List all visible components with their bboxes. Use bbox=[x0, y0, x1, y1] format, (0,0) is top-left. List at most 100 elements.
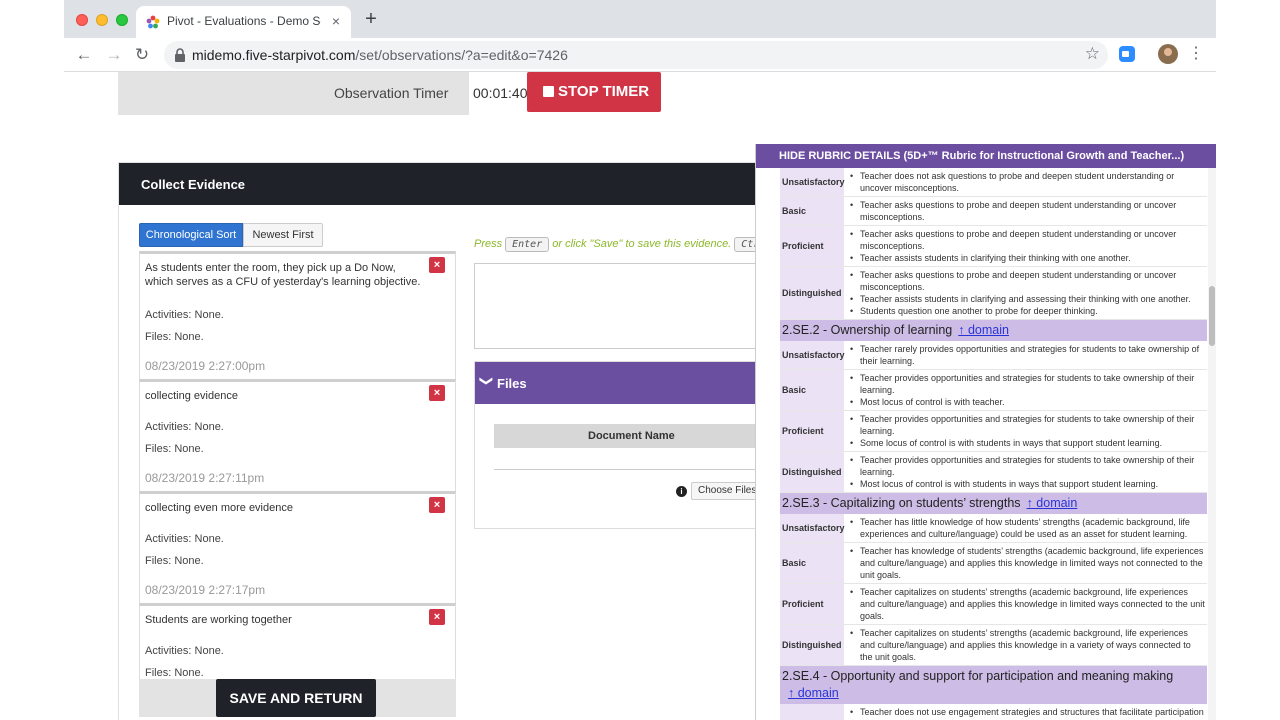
timer-label: Observation Timer bbox=[334, 85, 449, 101]
minimize-window-icon[interactable] bbox=[96, 14, 108, 26]
delete-evidence-button[interactable]: × bbox=[429, 385, 445, 401]
domain-link[interactable]: ↑ domain bbox=[788, 686, 839, 700]
close-window-icon[interactable] bbox=[76, 14, 88, 26]
rubric-level-cell: Basic bbox=[780, 370, 844, 410]
evidence-timestamp: 08/23/2019 2:27:17pm bbox=[145, 583, 266, 597]
evidence-activities: Activities: None. bbox=[145, 309, 224, 321]
timer-bar: Observation Timer bbox=[118, 72, 469, 115]
rubric-level-cell: Unsatisfactory bbox=[780, 341, 845, 369]
document-name-header: Document Name bbox=[494, 424, 774, 448]
address-bar[interactable]: midemo.five-starpivot.com/set/observatio… bbox=[164, 41, 1108, 69]
rubric-bullet: Some locus of control is with students i… bbox=[850, 437, 1205, 449]
chronological-sort-button[interactable]: Chronological Sort bbox=[139, 223, 243, 247]
stop-timer-label: STOP TIMER bbox=[558, 83, 650, 100]
browser-menu-icon[interactable]: ⋮ bbox=[1188, 43, 1204, 65]
url-path: /set/observations/?a=edit&o=7426 bbox=[355, 47, 568, 63]
rubric-bullet: Teacher provides opportunities and strat… bbox=[850, 372, 1205, 396]
evidence-textarea[interactable] bbox=[474, 263, 774, 349]
delete-evidence-button[interactable]: × bbox=[429, 257, 445, 273]
rubric-level-label: Unsatisfactory bbox=[782, 350, 845, 360]
evidence-activities: Activities: None. bbox=[145, 533, 224, 545]
url-text[interactable]: midemo.five-starpivot.com/set/observatio… bbox=[192, 47, 568, 63]
evidence-list: As students enter the room, they pick up… bbox=[139, 251, 456, 681]
rubric-bullet: Teacher asks questions to probe and deep… bbox=[850, 269, 1205, 293]
rubric-row: Unsatisfactory Teacher rarely provides op… bbox=[780, 341, 1207, 370]
browser-window: Pivot - Evaluations - Demo Sch × + ← → ↻… bbox=[64, 0, 1216, 720]
rubric-section-title: 2.SE.4 - Opportunity and support for par… bbox=[780, 666, 1207, 704]
newest-first-button[interactable]: Newest First bbox=[243, 223, 323, 247]
rubric-body: Unsatisfactory Teacher does not ask quest… bbox=[780, 168, 1207, 720]
evidence-activities: Activities: None. bbox=[145, 645, 224, 657]
rubric-level-label: Distinguished bbox=[782, 288, 842, 298]
browser-toolbar: ← → ↻ midemo.five-starpivot.com/set/obse… bbox=[64, 38, 1216, 72]
pivot-favicon-icon bbox=[146, 15, 160, 29]
forward-icon[interactable]: → bbox=[102, 43, 126, 67]
rubric-level-cell: Unsatisfactory bbox=[780, 704, 845, 720]
rubric-row: Basic Teacher has knowledge of students’ … bbox=[780, 543, 1207, 584]
document-name-label: Document Name bbox=[588, 430, 675, 442]
zoom-extension-icon[interactable] bbox=[1119, 46, 1135, 62]
rubric-row: Proficient Teacher capitalizes on student… bbox=[780, 584, 1207, 625]
tab-title: Pivot - Evaluations - Demo Sch bbox=[167, 14, 321, 28]
back-icon[interactable]: ← bbox=[72, 43, 96, 67]
info-icon: i bbox=[676, 486, 687, 497]
files-header[interactable]: ❯ Files bbox=[475, 362, 773, 404]
rubric-bullet: Most locus of control is with students i… bbox=[850, 478, 1205, 490]
delete-evidence-button[interactable]: × bbox=[429, 609, 445, 625]
rubric-descriptor: Teacher does not ask questions to probe … bbox=[848, 168, 1207, 196]
rubric-level-label: Proficient bbox=[782, 599, 824, 609]
evidence-item[interactable]: As students enter the room, they pick up… bbox=[139, 251, 456, 380]
rubric-descriptor: Teacher asks questions to probe and deep… bbox=[848, 267, 1207, 319]
reload-icon[interactable]: ↻ bbox=[130, 43, 154, 67]
rubric-descriptor: Teacher capitalizes on students’ strengt… bbox=[848, 625, 1207, 665]
rubric-level-cell: Basic bbox=[780, 543, 844, 583]
rubric-scrollbar[interactable] bbox=[1208, 168, 1216, 720]
bookmark-star-icon[interactable]: ☆ bbox=[1085, 44, 1100, 64]
tab-close-icon[interactable]: × bbox=[327, 12, 345, 30]
chevron-down-icon: ❯ bbox=[479, 375, 495, 387]
hide-rubric-details-toggle[interactable]: HIDE RUBRIC DETAILS (5D+™ Rubric for Ins… bbox=[756, 144, 1216, 168]
rubric-level-label: Proficient bbox=[782, 426, 824, 436]
domain-link[interactable]: ↑ domain bbox=[1027, 496, 1078, 510]
evidence-item[interactable]: Students are working together × Activiti… bbox=[139, 603, 456, 681]
rubric-bullet: Teacher does not ask questions to probe … bbox=[850, 170, 1205, 194]
evidence-timestamp: 08/23/2019 2:27:11pm bbox=[145, 471, 265, 485]
rubric-section-title: 2.SE.3 - Capitalizing on students’ stren… bbox=[780, 493, 1207, 514]
rubric-bullet: Students question one another to probe f… bbox=[850, 305, 1205, 317]
save-and-return-button[interactable]: SAVE AND RETURN bbox=[216, 679, 376, 717]
rubric-bullet: Teacher does not use engagement strategi… bbox=[850, 706, 1205, 720]
rubric-level-label: Distinguished bbox=[782, 640, 842, 650]
rubric-row: Unsatisfactory Teacher does not ask quest… bbox=[780, 168, 1207, 197]
evidence-files: Files: None. bbox=[145, 443, 204, 455]
rubric-row: Basic Teacher provides opportunities and … bbox=[780, 370, 1207, 411]
evidence-item[interactable]: collecting evidence × Activities: None. … bbox=[139, 379, 456, 492]
url-host: midemo.five-starpivot.com bbox=[192, 47, 356, 63]
stop-timer-button[interactable]: STOP TIMER bbox=[527, 72, 661, 112]
rubric-section-heading: 2.SE.4 - Opportunity and support for par… bbox=[782, 669, 1174, 683]
document-row: N bbox=[494, 448, 774, 470]
evidence-item[interactable]: collecting even more evidence × Activiti… bbox=[139, 491, 456, 604]
files-panel: ❯ Files Document Name N i Choose Files bbox=[474, 361, 781, 529]
rubric-row: Unsatisfactory Teacher has little knowled… bbox=[780, 514, 1207, 543]
right-margin bbox=[1216, 0, 1280, 720]
new-tab-icon[interactable]: + bbox=[361, 9, 381, 29]
rubric-row: Distinguished Teacher capitalizes on stud… bbox=[780, 625, 1207, 666]
rubric-scroll-thumb[interactable] bbox=[1209, 286, 1215, 346]
rubric-section-heading: 2.SE.2 - Ownership of learning bbox=[782, 323, 953, 337]
profile-avatar[interactable] bbox=[1158, 44, 1178, 64]
rubric-row: Distinguished Teacher provides opportunit… bbox=[780, 452, 1207, 493]
lock-icon bbox=[175, 48, 185, 62]
rubric-bullet: Teacher capitalizes on students’ strengt… bbox=[850, 586, 1205, 622]
rubric-descriptor: Teacher provides opportunities and strat… bbox=[848, 411, 1207, 451]
rubric-descriptor: Teacher capitalizes on students’ strengt… bbox=[848, 584, 1207, 624]
save-hint: Press Enter or click "Save" to save this e… bbox=[474, 237, 775, 252]
browser-tab[interactable]: Pivot - Evaluations - Demo Sch × bbox=[136, 6, 351, 38]
domain-link[interactable]: ↑ domain bbox=[958, 323, 1009, 337]
delete-evidence-button[interactable]: × bbox=[429, 497, 445, 513]
rubric-row: Basic Teacher asks questions to probe and… bbox=[780, 197, 1207, 226]
maximize-window-icon[interactable] bbox=[116, 14, 128, 26]
rubric-bullet: Teacher provides opportunities and strat… bbox=[850, 454, 1205, 478]
rubric-descriptor: Teacher has knowledge of students’ stren… bbox=[848, 543, 1207, 583]
rubric-bullet: Teacher assists students in clarifying t… bbox=[850, 252, 1205, 264]
rubric-section-heading: 2.SE.3 - Capitalizing on students’ stren… bbox=[782, 496, 1021, 510]
